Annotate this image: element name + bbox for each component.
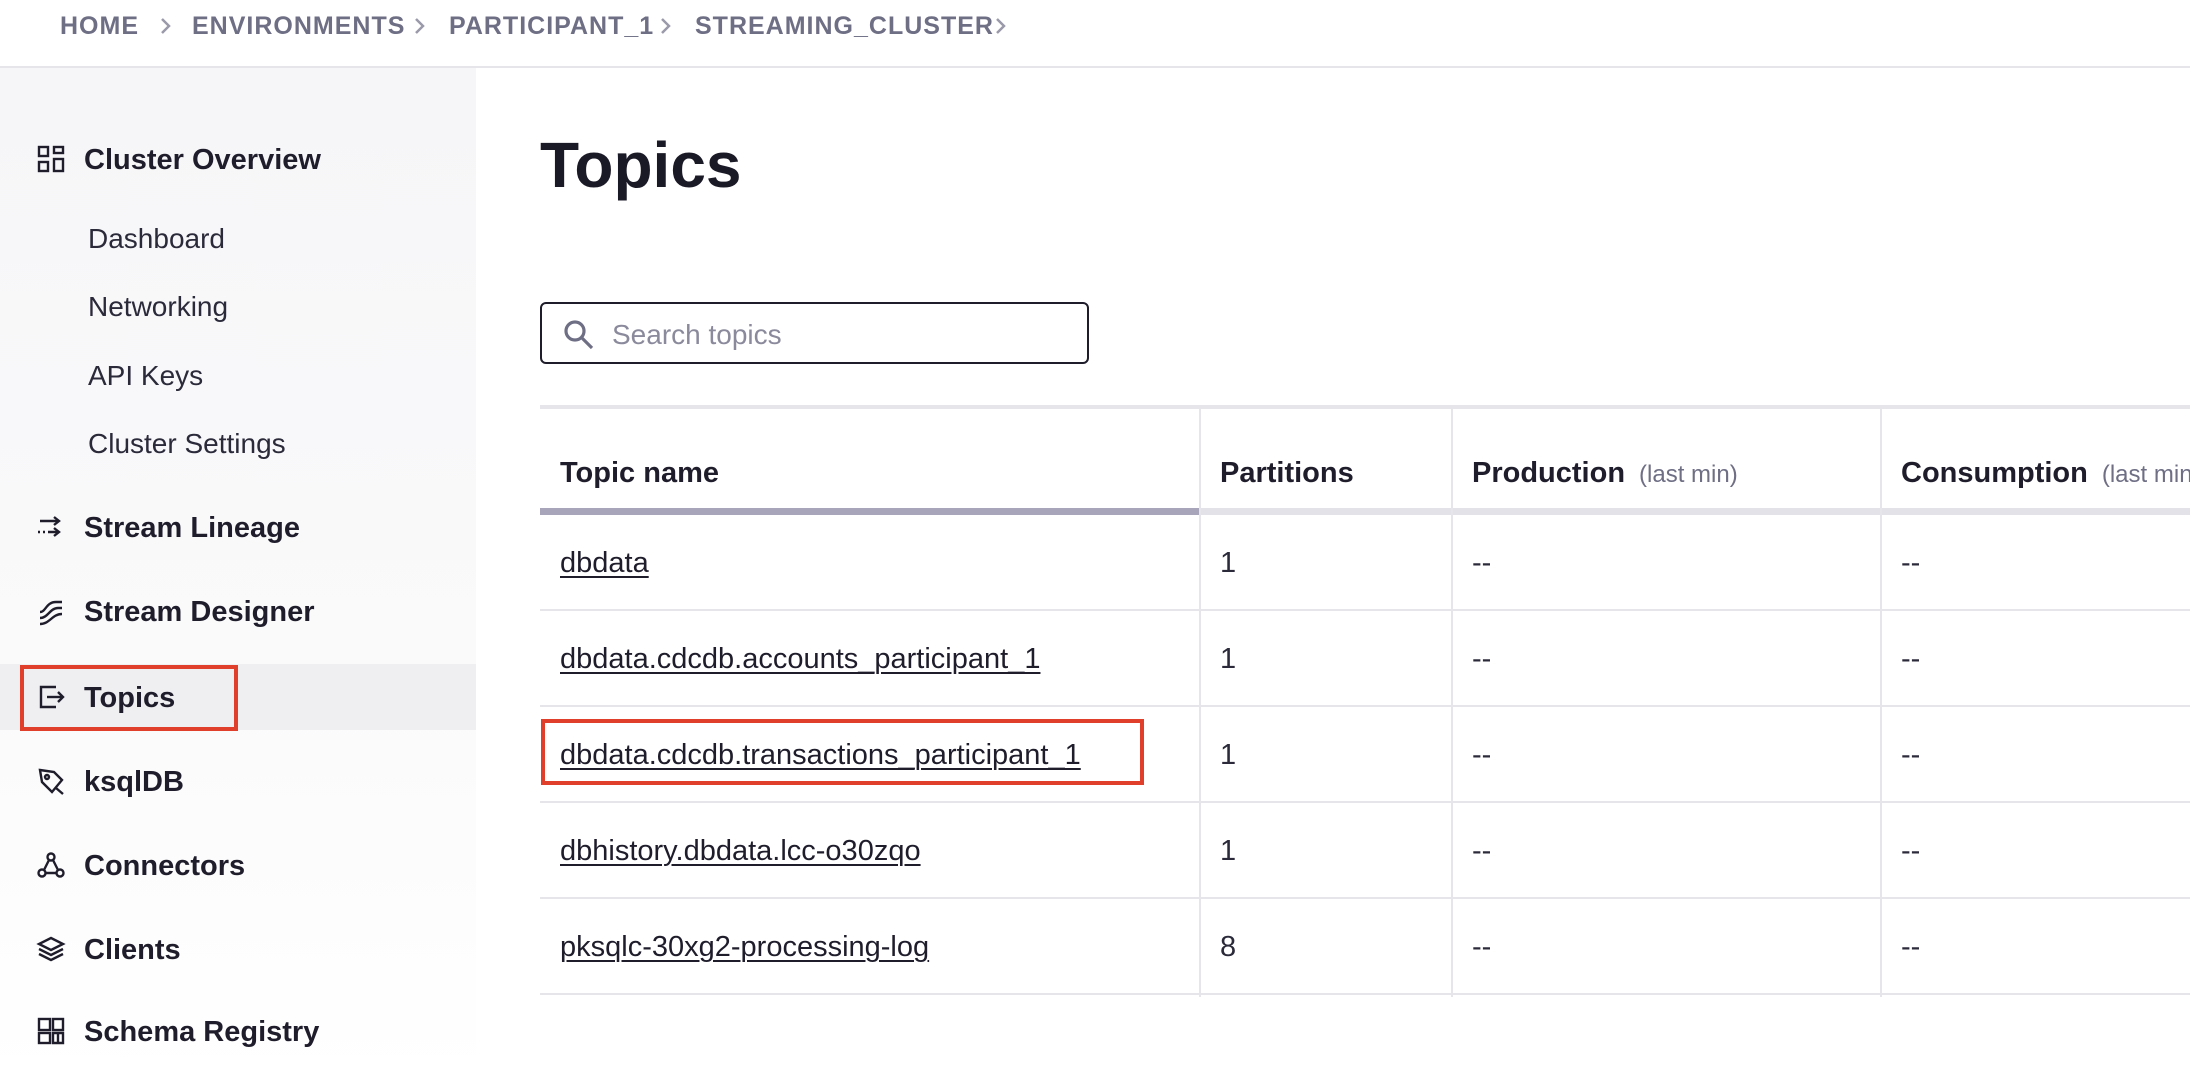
production-value: --	[1472, 547, 1492, 579]
table-row: dbdata.cdcdb.transactions_participant_1 …	[540, 707, 2190, 803]
sidebar-item-label: Topics	[84, 682, 176, 714]
production-value: --	[1472, 643, 1492, 675]
chevron-right-icon	[656, 14, 676, 38]
sidebar-item-label: Cluster Overview	[84, 144, 321, 176]
partitions-value: 1	[1220, 835, 1237, 867]
column-header-label: Consumption (last min)	[1901, 457, 2190, 490]
table-row: pksqlc-30xg2-processing-log 8 -- --	[540, 899, 2190, 995]
production-value: --	[1472, 931, 1492, 963]
consumption-value: --	[1901, 547, 1921, 579]
column-header-text: Consumption	[1901, 457, 2088, 489]
production-value: --	[1472, 835, 1492, 867]
partitions-value: 1	[1220, 547, 1237, 579]
column-header-consumption[interactable]: Consumption (last min)	[1881, 409, 2190, 515]
column-header-underline	[1881, 508, 2190, 515]
sidebar-item-clients[interactable]: Clients	[0, 916, 476, 982]
stream-designer-icon	[36, 596, 66, 626]
production-value: --	[1472, 739, 1492, 771]
topic-link[interactable]: dbhistory.dbdata.lcc-o30zqo	[560, 835, 921, 868]
stream-lineage-icon	[36, 512, 66, 542]
connectors-icon	[36, 850, 66, 880]
column-header-production[interactable]: Production (last min)	[1452, 409, 1881, 515]
consumption-value: --	[1901, 835, 1921, 867]
topic-link[interactable]: dbdata.cdcdb.accounts_participant_1	[560, 643, 1040, 676]
sidebar-item-stream-designer[interactable]: Stream Designer	[0, 578, 476, 644]
sort-indicator	[540, 508, 1200, 515]
sidebar-item-label: Schema Registry	[84, 1016, 320, 1048]
chevron-right-icon	[156, 14, 176, 38]
table-row: dbhistory.dbdata.lcc-o30zqo 1 -- --	[540, 803, 2190, 899]
sidebar-item-connectors[interactable]: Connectors	[0, 832, 476, 898]
sidebar-item-label: Clients	[84, 934, 181, 966]
ksqldb-icon	[36, 766, 66, 796]
topics-table: Topic name Partitions Production (last mi…	[540, 405, 2190, 997]
topic-link[interactable]: pksqlc-30xg2-processing-log	[560, 931, 929, 964]
search-input[interactable]	[610, 312, 1074, 358]
column-header-sublabel: (last min)	[2101, 461, 2190, 488]
topics-icon	[36, 682, 66, 712]
breadcrumb: HOME ENVIRONMENTS PARTICIPANT_1 STREAMIN…	[0, 0, 2190, 68]
column-header-topic-name[interactable]: Topic name	[540, 409, 1200, 515]
sidebar-item-cluster-overview[interactable]: Cluster Overview	[0, 126, 476, 192]
breadcrumb-environments[interactable]: ENVIRONMENTS	[192, 12, 405, 41]
sidebar-item-label: Stream Lineage	[84, 512, 300, 544]
partitions-value: 1	[1220, 739, 1237, 771]
clients-icon	[36, 934, 66, 964]
sidebar: Cluster Overview Dashboard Networking AP…	[0, 68, 476, 1080]
sidebar-subitem-cluster-settings[interactable]: Cluster Settings	[88, 428, 286, 460]
sidebar-subitem-networking[interactable]: Networking	[88, 291, 228, 323]
column-header-text: Production	[1472, 457, 1626, 489]
table-row: dbdata.cdcdb.accounts_participant_1 1 --…	[540, 611, 2190, 707]
sidebar-item-ksqldb[interactable]: ksqlDB	[0, 748, 476, 814]
search-icon	[562, 318, 596, 352]
column-header-sublabel: (last min)	[1639, 461, 1738, 488]
breadcrumb-home[interactable]: HOME	[60, 12, 139, 41]
partitions-value: 1	[1220, 643, 1237, 675]
column-header-label: Topic name	[560, 457, 719, 489]
sidebar-item-label: Stream Designer	[84, 596, 315, 628]
breadcrumb-cluster[interactable]: STREAMING_CLUSTER	[695, 12, 994, 41]
consumption-value: --	[1901, 931, 1921, 963]
topic-link[interactable]: dbdata.cdcdb.transactions_participant_1	[560, 739, 1081, 772]
sidebar-item-stream-lineage[interactable]: Stream Lineage	[0, 494, 476, 560]
column-header-underline	[1452, 508, 1881, 515]
chevron-right-icon	[410, 14, 430, 38]
column-header-label: Partitions	[1220, 457, 1354, 489]
topic-link[interactable]: dbdata	[560, 547, 649, 580]
search-field[interactable]	[540, 302, 1089, 364]
consumption-value: --	[1901, 739, 1921, 771]
consumption-value: --	[1901, 643, 1921, 675]
sidebar-item-label: ksqlDB	[84, 766, 184, 798]
sidebar-subitem-api-keys[interactable]: API Keys	[88, 360, 203, 392]
chevron-right-icon	[991, 14, 1011, 38]
sidebar-subitem-dashboard[interactable]: Dashboard	[88, 223, 225, 255]
page-title: Topics	[540, 129, 742, 201]
breadcrumb-participant[interactable]: PARTICIPANT_1	[449, 12, 654, 41]
column-header-partitions[interactable]: Partitions	[1200, 409, 1452, 515]
sidebar-item-topics[interactable]: Topics	[0, 664, 476, 730]
column-header-label: Production (last min)	[1472, 457, 1738, 490]
sidebar-item-label: Connectors	[84, 850, 246, 882]
sidebar-item-schema-registry[interactable]: Schema Registry	[0, 998, 476, 1064]
table-row: dbdata 1 -- --	[540, 515, 2190, 611]
column-header-underline	[1200, 508, 1452, 515]
schema-registry-icon	[36, 1016, 66, 1046]
partitions-value: 8	[1220, 931, 1237, 963]
grid-icon	[36, 144, 66, 174]
